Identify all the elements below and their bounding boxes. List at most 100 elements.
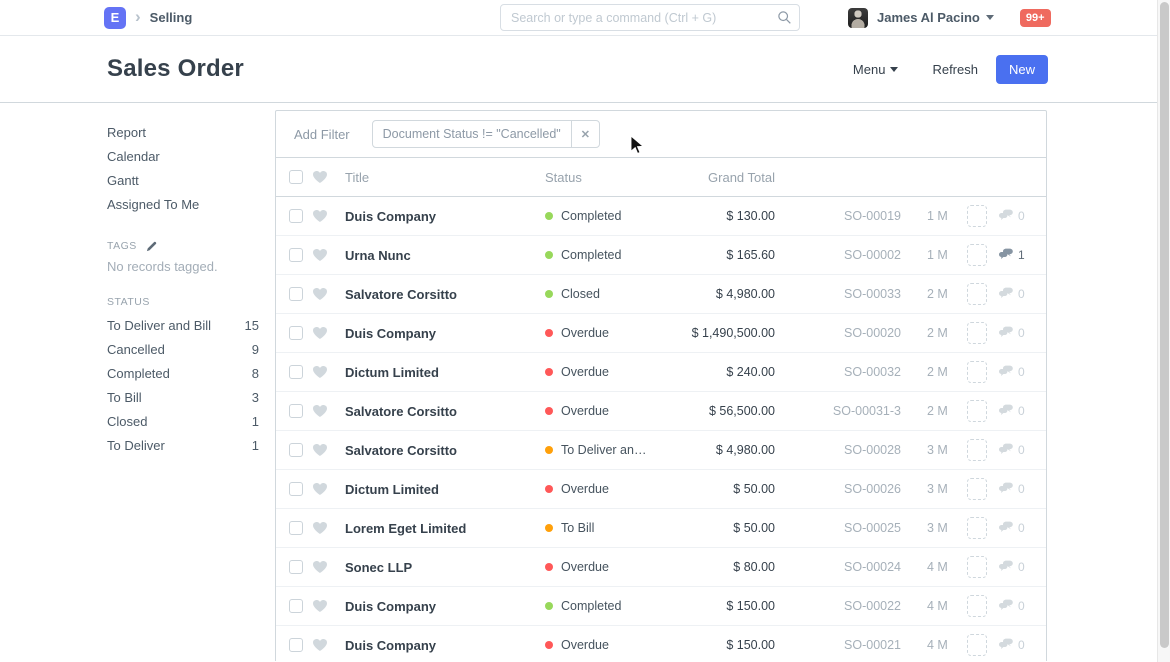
row-checkbox[interactable] xyxy=(289,482,303,496)
status-filter-to-bill[interactable]: To Bill3 xyxy=(107,386,259,410)
row-title[interactable]: Duis Company xyxy=(345,326,545,341)
notifications-badge[interactable]: 99+ xyxy=(1020,9,1051,27)
row-title[interactable]: Sonec LLP xyxy=(345,560,545,575)
row-title[interactable]: Duis Company xyxy=(345,599,545,614)
status-label: Completed xyxy=(561,599,621,613)
row-id-link[interactable]: SO-00026 xyxy=(775,482,901,496)
heart-icon[interactable] xyxy=(312,248,328,262)
row-checkbox[interactable] xyxy=(289,209,303,223)
heart-icon[interactable] xyxy=(312,209,328,223)
status-dot-icon xyxy=(545,212,553,220)
table-row[interactable]: Dictum Limited Overdue $ 50.00 SO-00026 … xyxy=(276,470,1046,509)
heart-icon[interactable] xyxy=(312,638,328,652)
row-checkbox[interactable] xyxy=(289,443,303,457)
table-row[interactable]: Salvatore Corsitto To Deliver an… $ 4,98… xyxy=(276,431,1046,470)
heart-icon[interactable] xyxy=(312,560,328,574)
row-title[interactable]: Lorem Eget Limited xyxy=(345,521,545,536)
new-button[interactable]: New xyxy=(996,55,1048,84)
assign-placeholder[interactable] xyxy=(967,595,987,617)
table-row[interactable]: Duis Company Overdue $ 1,490,500.00 SO-0… xyxy=(276,314,1046,353)
add-filter-button[interactable]: Add Filter xyxy=(294,127,350,142)
heart-icon[interactable] xyxy=(312,404,328,418)
row-title[interactable]: Salvatore Corsitto xyxy=(345,443,545,458)
edit-tags-icon[interactable] xyxy=(146,241,157,252)
heart-icon[interactable] xyxy=(312,287,328,301)
row-checkbox[interactable] xyxy=(289,365,303,379)
row-checkbox[interactable] xyxy=(289,404,303,418)
table-row[interactable]: Duis Company Completed $ 130.00 SO-00019… xyxy=(276,197,1046,236)
row-id-link[interactable]: SO-00019 xyxy=(775,209,901,223)
assign-placeholder[interactable] xyxy=(967,205,987,227)
row-title[interactable]: Dictum Limited xyxy=(345,482,545,497)
table-row[interactable]: Dictum Limited Overdue $ 240.00 SO-00032… xyxy=(276,353,1046,392)
row-id-link[interactable]: SO-00028 xyxy=(775,443,901,457)
liked-filter-heart-icon[interactable] xyxy=(312,170,328,184)
row-title[interactable]: Duis Company xyxy=(345,209,545,224)
heart-icon[interactable] xyxy=(312,482,328,496)
heart-icon[interactable] xyxy=(312,326,328,340)
assign-placeholder[interactable] xyxy=(967,517,987,539)
row-id-link[interactable]: SO-00021 xyxy=(775,638,901,652)
heart-icon[interactable] xyxy=(312,599,328,613)
assign-placeholder[interactable] xyxy=(967,556,987,578)
scrollbar-thumb[interactable] xyxy=(1160,2,1169,648)
sidebar-item-report[interactable]: Report xyxy=(107,121,259,145)
row-title[interactable]: Urna Nunc xyxy=(345,248,545,263)
user-menu[interactable]: James Al Pacino xyxy=(877,10,980,25)
heart-icon[interactable] xyxy=(312,443,328,457)
breadcrumb-selling[interactable]: Selling xyxy=(150,10,193,25)
row-id-link[interactable]: SO-00031-3 xyxy=(775,404,901,418)
table-row[interactable]: Salvatore Corsitto Closed $ 4,980.00 SO-… xyxy=(276,275,1046,314)
search-input[interactable] xyxy=(500,4,800,31)
row-id-link[interactable]: SO-00025 xyxy=(775,521,901,535)
status-filter-completed[interactable]: Completed8 xyxy=(107,362,259,386)
row-id-link[interactable]: SO-00020 xyxy=(775,326,901,340)
assign-placeholder[interactable] xyxy=(967,478,987,500)
row-checkbox[interactable] xyxy=(289,326,303,340)
table-row[interactable]: Lorem Eget Limited To Bill $ 50.00 SO-00… xyxy=(276,509,1046,548)
row-title[interactable]: Salvatore Corsitto xyxy=(345,287,545,302)
row-checkbox[interactable] xyxy=(289,560,303,574)
user-avatar[interactable] xyxy=(848,8,868,28)
assign-placeholder[interactable] xyxy=(967,322,987,344)
row-id-link[interactable]: SO-00024 xyxy=(775,560,901,574)
table-row[interactable]: Sonec LLP Overdue $ 80.00 SO-00024 4 M 0 xyxy=(276,548,1046,587)
sidebar-item-gantt[interactable]: Gantt xyxy=(107,169,259,193)
assign-placeholder[interactable] xyxy=(967,361,987,383)
remove-filter-icon[interactable]: ✕ xyxy=(571,121,599,147)
row-id-link[interactable]: SO-00033 xyxy=(775,287,901,301)
status-filter-to-deliver-and-bill[interactable]: To Deliver and Bill15 xyxy=(107,314,259,338)
select-all-checkbox[interactable] xyxy=(289,170,303,184)
row-id-link[interactable]: SO-00002 xyxy=(775,248,901,262)
row-checkbox[interactable] xyxy=(289,287,303,301)
sidebar-item-assigned-to-me[interactable]: Assigned To Me xyxy=(107,193,259,217)
row-title[interactable]: Duis Company xyxy=(345,638,545,653)
table-row[interactable]: Salvatore Corsitto Overdue $ 56,500.00 S… xyxy=(276,392,1046,431)
row-title[interactable]: Salvatore Corsitto xyxy=(345,404,545,419)
assign-placeholder[interactable] xyxy=(967,400,987,422)
status-filter-closed[interactable]: Closed1 xyxy=(107,410,259,434)
row-id-link[interactable]: SO-00032 xyxy=(775,365,901,379)
row-title[interactable]: Dictum Limited xyxy=(345,365,545,380)
row-checkbox[interactable] xyxy=(289,248,303,262)
table-row[interactable]: Duis Company Overdue $ 150.00 SO-00021 4… xyxy=(276,626,1046,661)
status-filter-cancelled[interactable]: Cancelled9 xyxy=(107,338,259,362)
row-checkbox[interactable] xyxy=(289,521,303,535)
row-checkbox[interactable] xyxy=(289,638,303,652)
filter-chip-label[interactable]: Document Status != "Cancelled" xyxy=(373,121,571,147)
refresh-button[interactable]: Refresh xyxy=(932,62,978,77)
table-row[interactable]: Duis Company Completed $ 150.00 SO-00022… xyxy=(276,587,1046,626)
heart-icon[interactable] xyxy=(312,365,328,379)
table-row[interactable]: Urna Nunc Completed $ 165.60 SO-00002 1 … xyxy=(276,236,1046,275)
menu-button[interactable]: Menu xyxy=(853,62,899,77)
heart-icon[interactable] xyxy=(312,521,328,535)
assign-placeholder[interactable] xyxy=(967,439,987,461)
assign-placeholder[interactable] xyxy=(967,283,987,305)
assign-placeholder[interactable] xyxy=(967,634,987,656)
row-checkbox[interactable] xyxy=(289,599,303,613)
sidebar-item-calendar[interactable]: Calendar xyxy=(107,145,259,169)
app-logo[interactable]: E xyxy=(104,7,126,29)
row-id-link[interactable]: SO-00022 xyxy=(775,599,901,613)
status-filter-to-deliver[interactable]: To Deliver1 xyxy=(107,434,259,458)
assign-placeholder[interactable] xyxy=(967,244,987,266)
